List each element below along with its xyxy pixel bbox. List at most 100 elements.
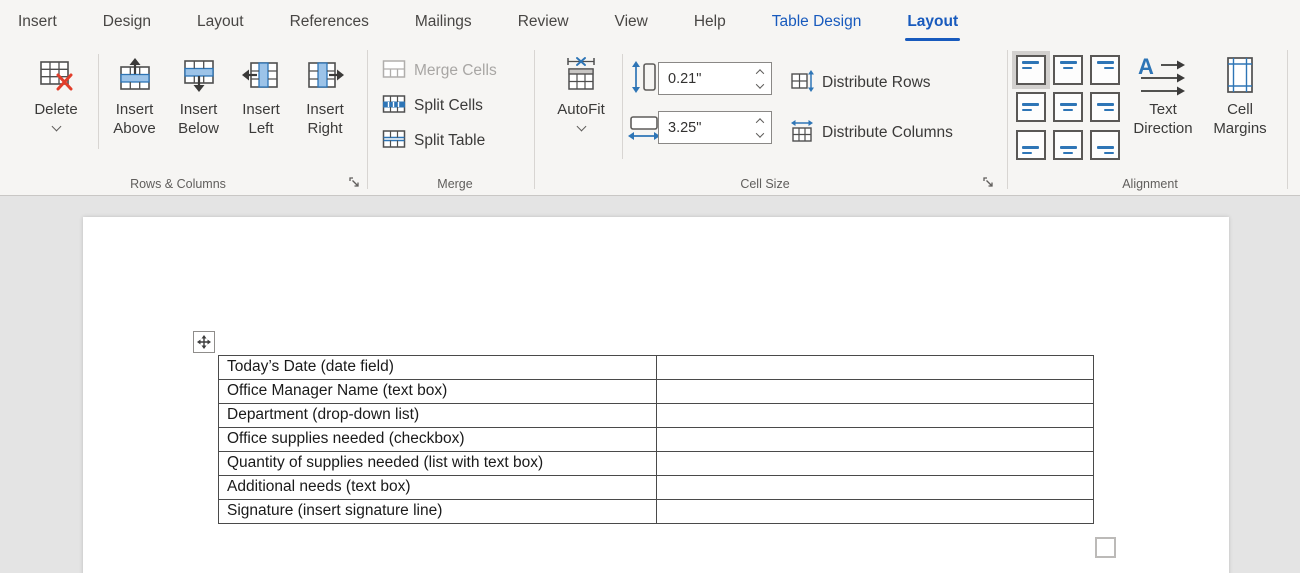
divider <box>98 54 99 149</box>
page-bottom-strip <box>0 573 1300 577</box>
table-cell-value[interactable] <box>657 356 1094 380</box>
group-divider <box>534 50 535 189</box>
align-bottom-right-button[interactable] <box>1090 130 1120 160</box>
table-resize-handle[interactable] <box>1095 537 1116 558</box>
split-cells-button[interactable]: Split Cells <box>382 93 483 119</box>
group-divider <box>1007 50 1008 189</box>
table-row: Office supplies needed (checkbox) <box>219 428 1094 452</box>
align-bottom-center-button[interactable] <box>1053 130 1083 160</box>
align-center-right-button[interactable] <box>1090 92 1120 122</box>
insert-below-icon <box>181 55 217 95</box>
cell-size-dialog-launcher[interactable] <box>981 175 995 189</box>
text-direction-button[interactable]: A Text Direction <box>1126 52 1200 166</box>
insert-left-icon <box>242 55 280 95</box>
tab-help[interactable]: Help <box>694 0 726 44</box>
table-row: Additional needs (text box) <box>219 476 1094 500</box>
row-height-increment-button[interactable] <box>753 68 767 76</box>
group-label-rows-columns: Rows & Columns <box>53 177 303 191</box>
column-width-decrement-button[interactable] <box>753 131 767 139</box>
distribute-rows-icon <box>790 70 814 97</box>
table-row: Department (drop-down list) <box>219 404 1094 428</box>
split-table-icon <box>382 129 406 154</box>
column-width-increment-button[interactable] <box>753 117 767 125</box>
column-width-input[interactable]: 3.25" <box>658 111 772 144</box>
table-cell-value[interactable] <box>657 428 1094 452</box>
rows-columns-dialog-launcher[interactable] <box>347 175 361 189</box>
merge-cells-button: Merge Cells <box>382 58 497 84</box>
row-height-icon <box>630 61 658 98</box>
tab-table-design[interactable]: Table Design <box>772 0 862 44</box>
table-row: Signature (insert signature line) <box>219 500 1094 524</box>
align-top-center-button[interactable] <box>1053 55 1083 85</box>
insert-above-icon <box>117 55 153 95</box>
table-move-handle[interactable] <box>193 331 215 353</box>
tab-view[interactable]: View <box>615 0 648 44</box>
table-cell-value[interactable] <box>657 500 1094 524</box>
table-cell-label[interactable]: Today’s Date (date field) <box>219 356 657 380</box>
group-divider <box>1287 50 1288 189</box>
svg-text:A: A <box>1138 54 1154 79</box>
insert-below-button[interactable]: Insert Below <box>167 52 230 166</box>
table-cell-label[interactable]: Office Manager Name (text box) <box>219 380 657 404</box>
tab-insert[interactable]: Insert <box>18 0 57 44</box>
distribute-columns-button[interactable]: Distribute Columns <box>790 120 953 146</box>
align-top-left-button[interactable] <box>1016 55 1046 85</box>
distribute-columns-icon <box>790 120 814 147</box>
align-bottom-left-button[interactable] <box>1016 130 1046 160</box>
autofit-icon <box>563 55 599 95</box>
autofit-dropdown-chevron-icon <box>576 122 586 132</box>
divider <box>622 54 623 159</box>
group-label-merge: Merge <box>405 177 505 191</box>
row-height-value[interactable]: 0.21" <box>659 71 749 87</box>
delete-table-icon <box>38 55 74 95</box>
table-cell-label[interactable]: Additional needs (text box) <box>219 476 657 500</box>
table-cell-label[interactable]: Quantity of supplies needed (list with t… <box>219 452 657 476</box>
move-cross-icon <box>197 335 211 349</box>
insert-above-button[interactable]: Insert Above <box>103 52 166 166</box>
table-cell-label[interactable]: Department (drop-down list) <box>219 404 657 428</box>
table-cell-value[interactable] <box>657 476 1094 500</box>
table-cell-label[interactable]: Office supplies needed (checkbox) <box>219 428 657 452</box>
tab-layout[interactable]: Layout <box>197 0 244 44</box>
table-cell-label[interactable]: Signature (insert signature line) <box>219 500 657 524</box>
table-row: Office Manager Name (text box) <box>219 380 1094 404</box>
table-cell-value[interactable] <box>657 404 1094 428</box>
insert-right-icon <box>306 55 344 95</box>
word-window: Insert Design Layout References Mailings… <box>0 0 1300 577</box>
text-direction-icon: A <box>1137 55 1189 95</box>
group-label-cell-size: Cell Size <box>660 177 870 191</box>
tab-design[interactable]: Design <box>103 0 151 44</box>
cell-margins-button[interactable]: Cell Margins <box>1204 52 1276 166</box>
document-canvas: Today’s Date (date field) Office Manager… <box>0 196 1300 577</box>
autofit-button[interactable]: AutoFit <box>546 52 616 166</box>
insert-left-button[interactable]: Insert Left <box>231 52 291 166</box>
document-page[interactable]: Today’s Date (date field) Office Manager… <box>83 217 1229 577</box>
tab-references[interactable]: References <box>290 0 369 44</box>
tab-table-layout-active[interactable]: Layout <box>907 0 958 44</box>
dialog-launcher-icon <box>348 176 361 189</box>
column-width-spinner <box>749 112 771 143</box>
tab-review[interactable]: Review <box>518 0 569 44</box>
ribbon: Delete Insert Above <box>0 44 1300 196</box>
row-height-decrement-button[interactable] <box>753 82 767 90</box>
ribbon-tab-bar: Insert Design Layout References Mailings… <box>0 0 1300 44</box>
delete-button-label: Delete <box>34 100 77 119</box>
delete-dropdown-chevron-icon <box>51 122 61 132</box>
column-width-value[interactable]: 3.25" <box>659 120 749 136</box>
table-cell-value[interactable] <box>657 380 1094 404</box>
group-label-alignment: Alignment <box>1040 177 1260 191</box>
insert-right-button[interactable]: Insert Right <box>292 52 358 166</box>
row-height-input[interactable]: 0.21" <box>658 62 772 95</box>
delete-button[interactable]: Delete <box>16 52 96 166</box>
document-table: Today’s Date (date field) Office Manager… <box>218 355 1094 524</box>
column-width-icon <box>628 114 660 147</box>
merge-cells-icon <box>382 59 406 84</box>
table-cell-value[interactable] <box>657 452 1094 476</box>
split-table-button[interactable]: Split Table <box>382 128 485 154</box>
distribute-rows-button[interactable]: Distribute Rows <box>790 70 931 96</box>
align-center-left-button[interactable] <box>1016 92 1046 122</box>
table-row: Today’s Date (date field) <box>219 356 1094 380</box>
tab-mailings[interactable]: Mailings <box>415 0 472 44</box>
align-top-right-button[interactable] <box>1090 55 1120 85</box>
align-center-button[interactable] <box>1053 92 1083 122</box>
